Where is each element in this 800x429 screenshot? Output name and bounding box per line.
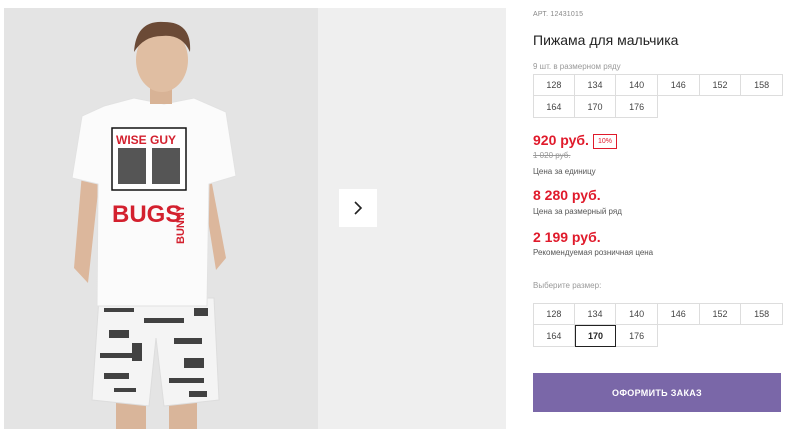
- size-range-note: 9 шт. в размерном ряду: [533, 62, 621, 71]
- unit-price: 920 руб.: [533, 132, 589, 148]
- discount-badge: 10%: [593, 134, 618, 149]
- size-option[interactable]: 140: [616, 303, 658, 325]
- print-top-text: WISE GUY: [116, 133, 176, 147]
- size-range-cell: 152: [699, 74, 742, 96]
- size-option[interactable]: 176: [616, 325, 658, 347]
- unit-price-label: Цена за единицу: [533, 167, 596, 176]
- size-range-cell: 140: [616, 74, 658, 96]
- product-sku: АРТ. 12431015: [533, 11, 584, 18]
- choose-size-label: Выберите размер:: [533, 281, 602, 290]
- next-image-button[interactable]: [339, 189, 377, 227]
- size-range-cell: 128: [533, 74, 575, 96]
- chevron-right-icon: [354, 201, 363, 215]
- size-option[interactable]: 128: [533, 303, 575, 325]
- size-range-cell: 176: [616, 96, 658, 118]
- size-option[interactable]: 134: [574, 303, 617, 325]
- size-range-grid: 128 134 140 146 152 158 164 170 176: [533, 74, 783, 118]
- size-option[interactable]: 152: [699, 303, 742, 325]
- size-picker: 128 134 140 146 152 158 164 170 176: [533, 303, 783, 347]
- size-range-cell: 164: [533, 96, 575, 118]
- order-button[interactable]: ОФОРМИТЬ ЗАКАЗ: [533, 373, 781, 412]
- range-price: 8 280 руб.: [533, 187, 601, 203]
- size-option-selected[interactable]: 170: [574, 325, 617, 347]
- size-option[interactable]: 158: [741, 303, 783, 325]
- retail-price: 2 199 руб.: [533, 229, 601, 245]
- size-range-cell: 170: [574, 96, 617, 118]
- size-option[interactable]: 164: [533, 325, 575, 347]
- size-option[interactable]: 146: [657, 303, 700, 325]
- print-main-text: BUGS: [112, 201, 181, 228]
- size-range-cell: 146: [657, 74, 700, 96]
- size-range-cell: 158: [741, 74, 783, 96]
- range-price-label: Цена за размерный ряд: [533, 207, 622, 216]
- product-gallery: WISE GUY BUGS BUNNY: [4, 8, 506, 429]
- retail-price-label: Рекомендуемая розничная цена: [533, 248, 654, 257]
- size-range-cell: 134: [574, 74, 617, 96]
- product-photo: WISE GUY BUGS BUNNY: [4, 8, 318, 429]
- print-side-text: BUNNY: [175, 204, 187, 244]
- product-title: Пижама для мальчика: [533, 32, 679, 48]
- old-price: 1 020 руб.: [533, 151, 571, 160]
